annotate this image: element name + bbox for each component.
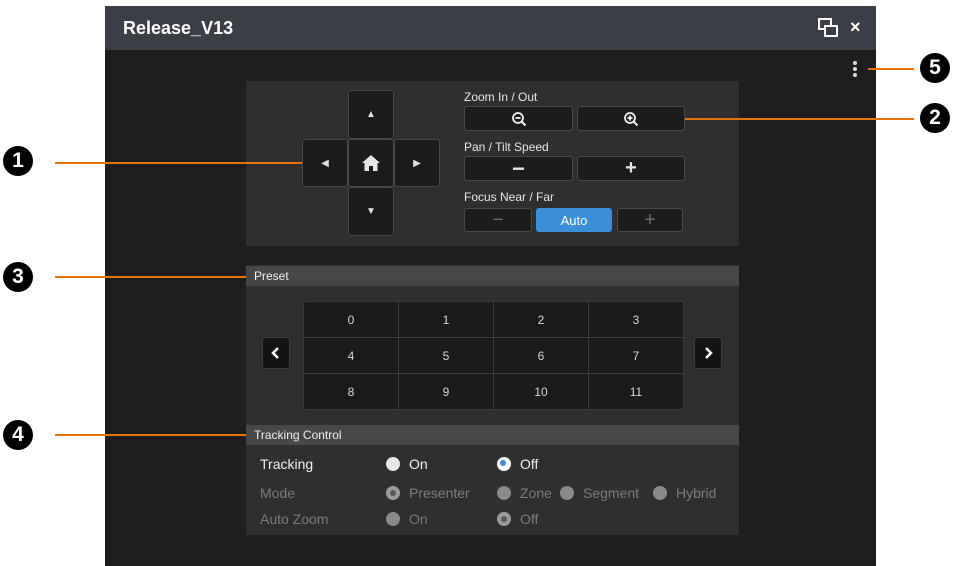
focus-auto-button[interactable]: Auto [536,208,612,232]
auto-zoom-on-label: On [409,511,428,527]
title-bar: Release_V13 × [105,6,876,50]
tilt-up-button[interactable]: ▲ [348,90,394,139]
tracking-off-label: Off [520,456,539,472]
pan-left-button[interactable]: ◀ [302,139,348,187]
callout-line-5 [868,68,914,70]
preset-cell[interactable]: 9 [399,374,493,409]
window-title: Release_V13 [123,18,234,38]
restore-window-icon[interactable] [817,17,839,39]
callout-badge-4: 4 [3,420,33,450]
auto-zoom-off-radio[interactable]: Off [497,511,538,527]
preset-cell[interactable]: 0 [304,302,398,337]
preset-cell[interactable]: 11 [589,374,683,409]
home-icon [362,155,380,171]
auto-zoom-on-radio[interactable]: On [386,511,428,527]
tracking-off-radio[interactable]: Off [497,456,538,472]
callout-badge-5: 5 [920,53,950,83]
mode-presenter-label: Presenter [409,485,470,501]
tracking-on-radio[interactable]: On [386,456,428,472]
preset-cell[interactable]: 6 [494,338,588,373]
callout-badge-1: 1 [3,146,33,176]
radio-unselected-icon [386,457,400,471]
preset-next-button[interactable] [694,337,722,369]
callout-line-3 [55,276,246,278]
preset-cell[interactable]: 3 [589,302,683,337]
radio-selected-icon [386,486,400,500]
speed-label: Pan / Tilt Speed [464,140,549,154]
zoom-in-button[interactable] [577,106,685,131]
more-vertical-icon[interactable] [849,58,861,80]
pan-right-button[interactable]: ▶ [394,139,440,187]
tracking-on-label: On [409,456,428,472]
radio-unselected-icon [560,486,574,500]
preset-cell[interactable]: 10 [494,374,588,409]
mode-hybrid-radio[interactable]: Hybrid [653,485,716,501]
home-button[interactable] [348,139,394,187]
tilt-down-button[interactable]: ▼ [348,187,394,236]
callout-line-4 [55,434,246,436]
mode-segment-label: Segment [583,485,640,501]
preset-header: Preset [246,266,739,286]
callout-badge-2: 2 [920,103,950,133]
preset-cell[interactable]: 4 [304,338,398,373]
speed-increase-button[interactable]: + [577,156,685,181]
mode-zone-radio[interactable]: Zone [497,485,552,501]
callout-line-1 [55,162,302,164]
mode-presenter-radio[interactable]: Presenter [386,485,470,501]
mode-segment-radio[interactable]: Segment [560,485,639,501]
focus-far-button[interactable]: + [617,208,683,232]
callout-line-2 [685,118,914,120]
preset-cell[interactable]: 5 [399,338,493,373]
radio-unselected-icon [497,486,511,500]
radio-unselected-icon [653,486,667,500]
auto-zoom-label: Auto Zoom [260,511,329,527]
radio-selected-icon [497,512,511,526]
radio-selected-icon [497,457,511,471]
chevron-right-icon [705,347,713,359]
tracking-header: Tracking Control [246,425,739,445]
tracking-label: Tracking [260,456,314,472]
speed-decrease-button[interactable]: − [464,156,573,181]
preset-grid: 0 1 2 3 4 5 6 7 8 9 10 11 [303,301,684,410]
preset-cell[interactable]: 1 [399,302,493,337]
zoom-out-button[interactable] [464,106,573,131]
zoom-in-icon [624,111,639,126]
zoom-out-icon [511,111,526,126]
auto-zoom-off-label: Off [520,511,539,527]
focus-near-button[interactable]: − [464,208,532,232]
chevron-left-icon [271,347,279,359]
preset-cell[interactable]: 2 [494,302,588,337]
preset-cell[interactable]: 7 [589,338,683,373]
preset-cell[interactable]: 8 [304,374,398,409]
callout-badge-3: 3 [3,262,33,292]
radio-unselected-icon [386,512,400,526]
close-button[interactable]: × [850,16,861,38]
zoom-label: Zoom In / Out [464,90,538,104]
mode-zone-label: Zone [520,485,552,501]
preset-prev-button[interactable] [262,337,290,369]
focus-label: Focus Near / Far [464,190,555,204]
mode-label: Mode [260,485,296,501]
mode-hybrid-label: Hybrid [676,485,717,501]
